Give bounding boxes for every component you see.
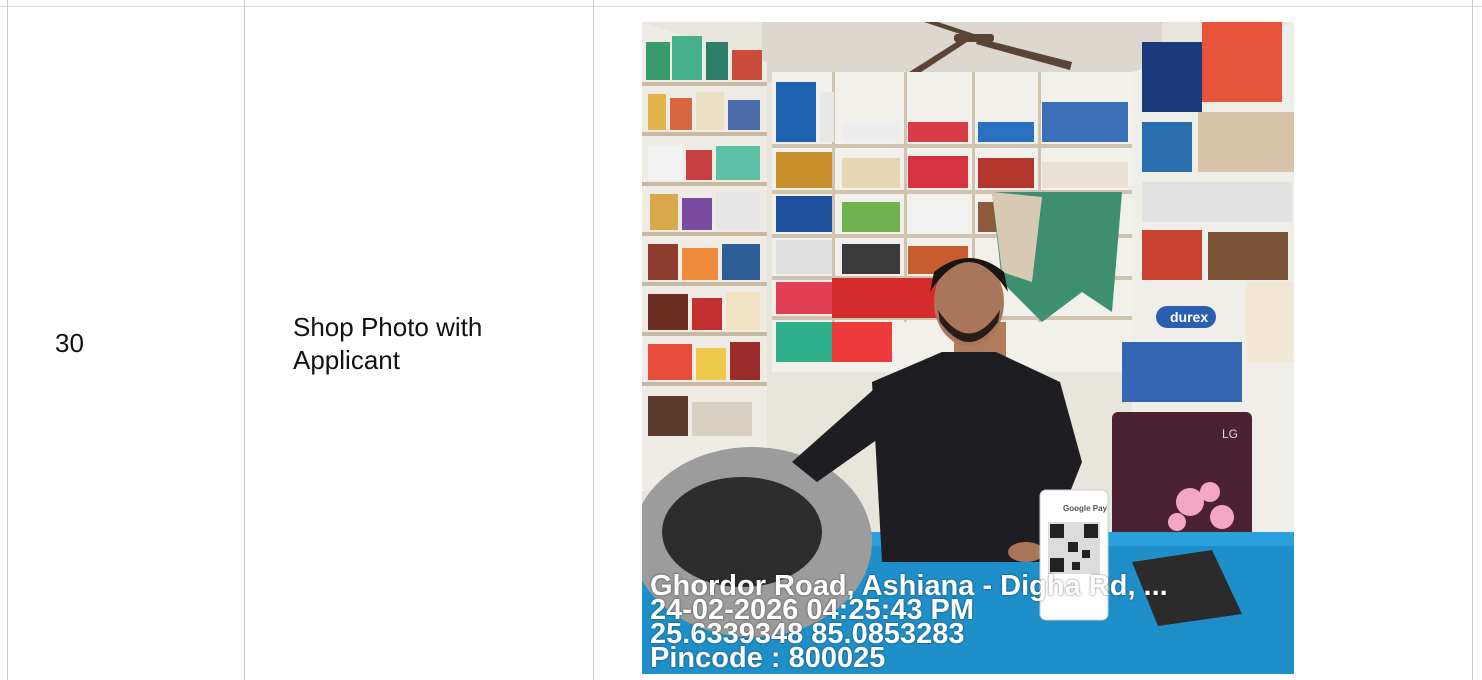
row-number: 30 bbox=[55, 328, 84, 358]
google-pay-label: Google Pay bbox=[1063, 504, 1108, 513]
row-number-cell: 30 bbox=[8, 7, 244, 680]
row-photo-cell: durex LG Google Pay Ghordor Road, Ashian… bbox=[594, 7, 1472, 680]
row-label: Shop Photo with Applicant bbox=[293, 311, 483, 375]
column-divider bbox=[1472, 0, 1473, 680]
table-top-rule bbox=[0, 0, 1482, 7]
fridge-brand: LG bbox=[1222, 427, 1238, 441]
durex-text: durex bbox=[1170, 309, 1208, 325]
row-label-cell: Shop Photo with Applicant bbox=[245, 7, 593, 680]
geo-stamp-overlay: Ghordor Road, Ashiana - Digha Rd, ... 24… bbox=[650, 572, 1286, 674]
shop-photo[interactable]: durex LG Google Pay Ghordor Road, Ashian… bbox=[642, 22, 1294, 674]
detail-table: 30 Shop Photo with Applicant durex LG Go… bbox=[0, 0, 1482, 680]
stamp-pincode: Pincode : 800025 bbox=[650, 642, 886, 674]
